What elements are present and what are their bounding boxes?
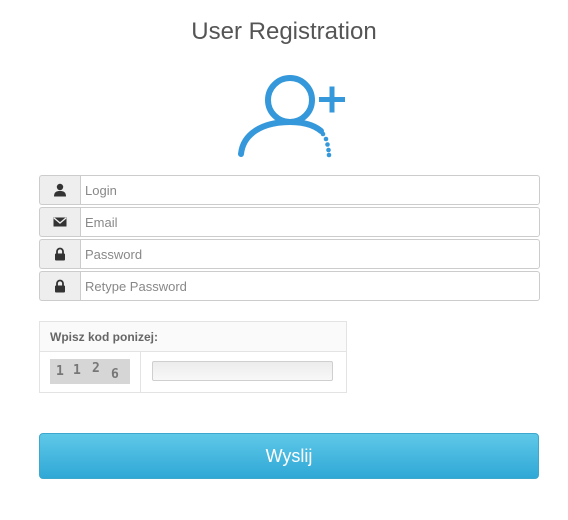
email-row [39,207,540,237]
captcha-digit: 2 [92,361,100,376]
captcha-input[interactable] [152,361,333,381]
captcha-image-cell: 1 1 2 6 [40,352,141,393]
login-addon [39,175,80,205]
envelope-icon [53,217,67,227]
email-input[interactable] [80,207,540,237]
user-icon [54,183,66,197]
captcha-digit: 1 [73,363,81,378]
password-addon [39,239,80,269]
lock-icon [55,279,65,293]
captcha-label: Wpisz kod ponizej: [40,322,346,352]
email-addon [39,207,80,237]
password-row [39,239,540,269]
captcha-panel: Wpisz kod ponizej: 1 1 2 6 [39,321,347,393]
captcha-image: 1 1 2 6 [50,359,130,384]
retype-password-row [39,271,540,301]
add-user-icon [238,75,345,158]
retype-password-addon [39,271,80,301]
login-input[interactable] [80,175,540,205]
captcha-digit: 1 [56,364,64,379]
page-title: User Registration [191,18,377,45]
retype-password-input[interactable] [80,271,540,301]
password-input[interactable] [80,239,540,269]
captcha-digit: 6 [111,367,119,382]
login-row [39,175,540,205]
submit-button[interactable]: Wyslij [39,433,539,479]
lock-icon [55,247,65,261]
